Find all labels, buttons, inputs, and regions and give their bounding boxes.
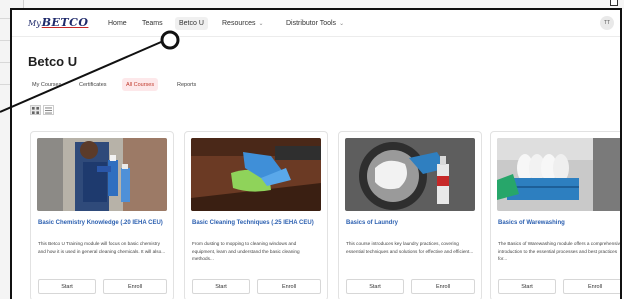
mybetco-logo[interactable]: My BETCO [28,16,88,29]
top-navigation: My BETCO Home Teams Betco U Resources ⌄ … [12,10,620,37]
course-title[interactable]: Basics of Laundry [346,219,476,228]
nav-item-home[interactable]: Home [104,17,131,30]
course-card-basics-of-warewashing: Basics of Warewashing The Basics of Ware… [490,131,622,299]
course-image-chemistry [37,138,167,211]
start-button[interactable]: Start [498,279,556,294]
list-view-icon [45,101,52,119]
grid-view-icon [32,101,39,119]
tab-label: All Courses [126,81,155,88]
tab-certificates[interactable]: Certificates [75,78,111,91]
nav-item-resources[interactable]: Resources ⌄ [218,17,268,30]
logo-brand: BETCO [41,16,89,29]
view-toggle [30,105,56,115]
tab-reports[interactable]: Reports [173,78,200,91]
app-window: My BETCO Home Teams Betco U Resources ⌄ … [10,8,622,299]
course-image-cleaning [191,138,321,211]
enroll-button[interactable]: Enroll [411,279,475,294]
course-description: This Betco U Training module will focus … [38,241,166,254]
grid-view-button[interactable] [30,105,41,115]
enroll-button[interactable]: Enroll [257,279,321,294]
tab-my-courses[interactable]: My Courses [28,78,65,91]
course-thumbnail[interactable] [37,138,167,211]
course-description: This course introduces key laundry pract… [346,241,474,254]
nav-item-betco-u[interactable]: Betco U [175,17,208,30]
chevron-down-icon: ⌄ [258,21,264,27]
enroll-button[interactable]: Enroll [103,279,167,294]
course-thumbnail[interactable] [497,138,620,211]
course-title[interactable]: Basic Cleaning Techniques (.25 IEHA CEU) [192,219,322,228]
course-image-laundry [345,138,475,211]
nav-item-teams[interactable]: Teams [138,17,167,30]
nav-item-label: Distributor Tools [286,20,337,27]
course-card-basic-chemistry: Basic Chemistry Knowledge (.20 IEHA CEU)… [30,131,174,299]
nav-item-label: Resources [222,20,256,27]
nav-item-distributor-tools[interactable]: Distributor Tools ⌄ [282,17,348,30]
nav-item-label: Home [108,20,127,27]
course-description: From dusting to mopping to cleaning wind… [192,241,300,261]
course-title[interactable]: Basics of Warewashing [498,219,620,228]
tab-label: My Courses [32,81,62,88]
course-card-basic-cleaning: Basic Cleaning Techniques (.25 IEHA CEU)… [184,131,328,299]
start-button[interactable]: Start [192,279,250,294]
page-title: Betco U [28,54,78,69]
course-card-basics-of-laundry: Basics of Laundry This course introduces… [338,131,482,299]
course-description: The Basics of Warewashing module offers … [498,241,622,261]
course-thumbnail[interactable] [191,138,321,211]
list-view-button[interactable] [43,105,54,115]
start-button[interactable]: Start [346,279,404,294]
course-thumbnail[interactable] [345,138,475,211]
avatar[interactable]: TT [600,16,614,30]
tab-label: Certificates [79,81,107,88]
course-image-warewashing [497,138,620,211]
nav-item-label: Betco U [179,20,204,27]
enroll-button[interactable]: Enroll [563,279,620,294]
logo-prefix: My [28,19,41,28]
background-window-control [610,0,618,6]
start-button[interactable]: Start [38,279,96,294]
course-title[interactable]: Basic Chemistry Knowledge (.20 IEHA CEU) [38,219,168,228]
tab-label: Reports [177,81,197,88]
nav-item-label: Teams [142,20,163,27]
chevron-down-icon: ⌄ [339,21,345,27]
tab-all-courses[interactable]: All Courses [122,78,159,91]
